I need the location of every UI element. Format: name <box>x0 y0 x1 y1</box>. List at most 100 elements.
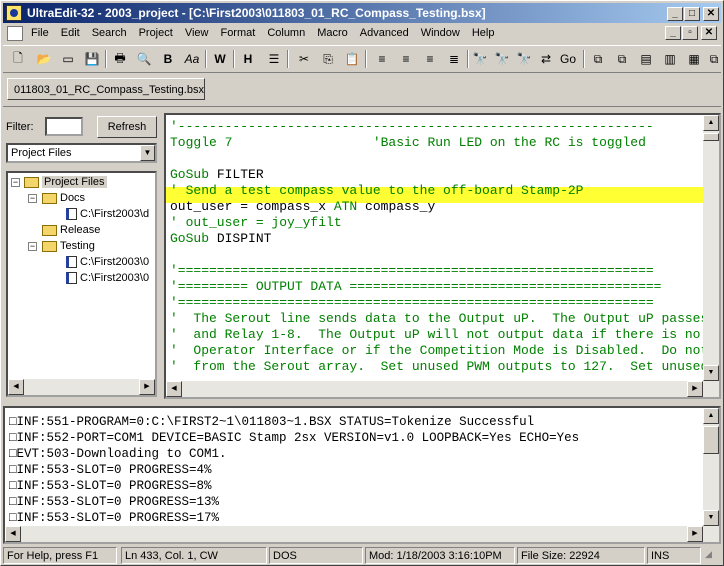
code-editor[interactable]: '---------------------------------------… <box>164 113 721 399</box>
toolbar-separator <box>467 50 469 68</box>
output-window[interactable]: □INF:551-PROGRAM=0:C:\FIRST2~1\011803~1.… <box>3 406 721 544</box>
output-line: □INF:551-PROGRAM=0:C:\FIRST2~1\011803~1.… <box>9 415 535 429</box>
paste-icon[interactable]: 📋 <box>343 50 361 68</box>
tree-horizontal-scrollbar[interactable]: ◀ ▶ <box>8 379 155 395</box>
align-right-icon[interactable]: ≡ <box>421 50 439 68</box>
tree-file-testing-1[interactable]: C:\First2003\0 <box>66 254 149 270</box>
editor-horizontal-scrollbar[interactable]: ◀ ▶ <box>166 381 719 397</box>
scroll-up-icon[interactable]: ▲ <box>703 408 719 424</box>
document-icon[interactable] <box>7 26 23 41</box>
menu-help[interactable]: Help <box>472 27 495 39</box>
scroll-right-icon[interactable]: ▶ <box>687 526 703 542</box>
tree-folder-testing[interactable]: Testing <box>42 238 95 254</box>
scroll-thumb[interactable] <box>703 133 719 141</box>
menu-window[interactable]: Window <box>421 27 460 39</box>
goto-icon[interactable]: Go <box>559 50 577 68</box>
menu-project[interactable]: Project <box>139 27 173 39</box>
code-line: '=======================================… <box>170 295 654 310</box>
status-bar: For Help, press F1 Ln 433, Col. 1, CW DO… <box>3 546 721 565</box>
save-icon[interactable]: 💾 <box>83 50 101 68</box>
cascade-icon[interactable]: ⧉ <box>705 50 723 68</box>
output-vertical-scrollbar[interactable]: ▲ ▼ <box>703 408 719 526</box>
toolbar-separator <box>233 50 235 68</box>
replace-icon[interactable]: ⇄ <box>537 50 555 68</box>
scroll-right-icon[interactable]: ▶ <box>687 381 703 397</box>
refresh-button[interactable]: Refresh <box>97 116 157 138</box>
menu-view[interactable]: View <box>185 27 209 39</box>
justify-icon[interactable]: ≣ <box>445 50 463 68</box>
menu-advanced[interactable]: Advanced <box>360 27 409 39</box>
editor-vertical-scrollbar[interactable]: ▲ ▼ <box>703 115 719 381</box>
new-file-icon[interactable]: 🗋 <box>9 50 27 68</box>
window-next-icon[interactable]: ⧉ <box>613 50 631 68</box>
hex-mode-icon[interactable]: H <box>239 50 257 68</box>
print-icon[interactable]: 🖶 <box>111 50 129 68</box>
copy-icon[interactable]: ⎘ <box>319 50 337 68</box>
window-prev-icon[interactable]: ⧉ <box>589 50 607 68</box>
code-line: ' from the Serout array. Set unused PWM … <box>170 359 709 374</box>
open-folder-icon[interactable]: 📂 <box>35 50 53 68</box>
scroll-down-icon[interactable]: ▼ <box>703 365 719 381</box>
code-line: '---------------------------------------… <box>170 119 654 134</box>
tile-icon[interactable]: ▦ <box>685 50 703 68</box>
collapse-root-icon[interactable]: − <box>11 178 20 187</box>
scroll-up-icon[interactable]: ▲ <box>703 115 719 131</box>
code-line: ' Operator Interface or if the Competiti… <box>170 343 709 358</box>
word-wrap-icon[interactable]: W <box>211 50 229 68</box>
find-icon[interactable]: 🔭 <box>471 50 489 68</box>
tree-docs-label: Docs <box>60 192 86 204</box>
doc-close-button[interactable]: ✕ <box>701 26 717 40</box>
tree-folder-docs[interactable]: Docs <box>42 190 85 206</box>
font-icon[interactable]: Aa <box>183 50 201 68</box>
filter-input[interactable] <box>45 117 83 136</box>
tree-file-docs[interactable]: C:\First2003\d <box>66 206 149 222</box>
scroll-left-icon[interactable]: ◀ <box>166 381 182 397</box>
menu-edit[interactable]: Edit <box>61 27 80 39</box>
close-button[interactable]: ✕ <box>703 7 719 21</box>
menu-format[interactable]: Format <box>220 27 255 39</box>
toolbar-separator <box>205 50 207 68</box>
main-window: UltraEdit-32 - 2003_project - [C:\First2… <box>0 0 724 566</box>
align-left-icon[interactable]: ≡ <box>373 50 391 68</box>
menu-search[interactable]: Search <box>92 27 127 39</box>
split-vertical-icon[interactable]: ▥ <box>661 50 679 68</box>
app-icon[interactable] <box>6 5 22 21</box>
minimize-button[interactable]: _ <box>667 7 683 21</box>
tree-root[interactable]: Project Files <box>24 174 107 190</box>
scroll-right-icon[interactable]: ▶ <box>139 379 155 395</box>
collapse-docs-icon[interactable]: − <box>28 194 37 203</box>
output-line: □EVT:503-Downloading to COM1. <box>9 447 227 461</box>
tree-folder-release[interactable]: Release <box>42 222 100 238</box>
scroll-down-icon[interactable]: ▼ <box>703 510 719 526</box>
scroll-left-icon[interactable]: ◀ <box>5 526 21 542</box>
toolbar-separator <box>583 50 585 68</box>
chevron-down-icon[interactable]: ▼ <box>140 145 155 161</box>
menu-macro[interactable]: Macro <box>317 27 348 39</box>
close-file-icon[interactable]: ▭ <box>59 50 77 68</box>
collapse-testing-icon[interactable]: − <box>28 242 37 251</box>
title-bar: UltraEdit-32 - 2003_project - [C:\First2… <box>3 3 721 23</box>
resize-grip-icon[interactable]: ◢ <box>705 549 719 563</box>
file-tab[interactable]: 011803_01_RC_Compass_Testing.bsx <box>7 78 205 100</box>
menu-file[interactable]: File <box>31 27 49 39</box>
maximize-button[interactable]: □ <box>684 7 700 21</box>
cut-icon[interactable]: ✂ <box>295 50 313 68</box>
menu-column[interactable]: Column <box>267 27 305 39</box>
output-horizontal-scrollbar[interactable]: ◀ ▶ <box>5 526 719 542</box>
code-line: GoSub DISPINT <box>170 231 272 246</box>
split-horizontal-icon[interactable]: ▤ <box>637 50 655 68</box>
tree-file-testing-2[interactable]: C:\First2003\0 <box>66 270 149 286</box>
menu-items: File Edit Search Project View Format Col… <box>31 27 506 39</box>
doc-restore-button[interactable]: ▫ <box>682 26 698 40</box>
find-prev-icon[interactable]: 🔭 <box>515 50 533 68</box>
print-preview-icon[interactable]: 🔍 <box>135 50 153 68</box>
bold-icon[interactable]: B <box>159 50 177 68</box>
code-line: GoSub FILTER <box>170 167 264 182</box>
scroll-thumb[interactable] <box>703 426 719 454</box>
project-files-select[interactable]: Project Files ▼ <box>6 143 157 163</box>
scroll-left-icon[interactable]: ◀ <box>8 379 24 395</box>
find-next-icon[interactable]: 🔭 <box>493 50 511 68</box>
doc-minimize-button[interactable]: _ <box>665 26 681 40</box>
align-center-icon[interactable]: ≡ <box>397 50 415 68</box>
line-numbers-icon[interactable]: ☰ <box>265 50 283 68</box>
